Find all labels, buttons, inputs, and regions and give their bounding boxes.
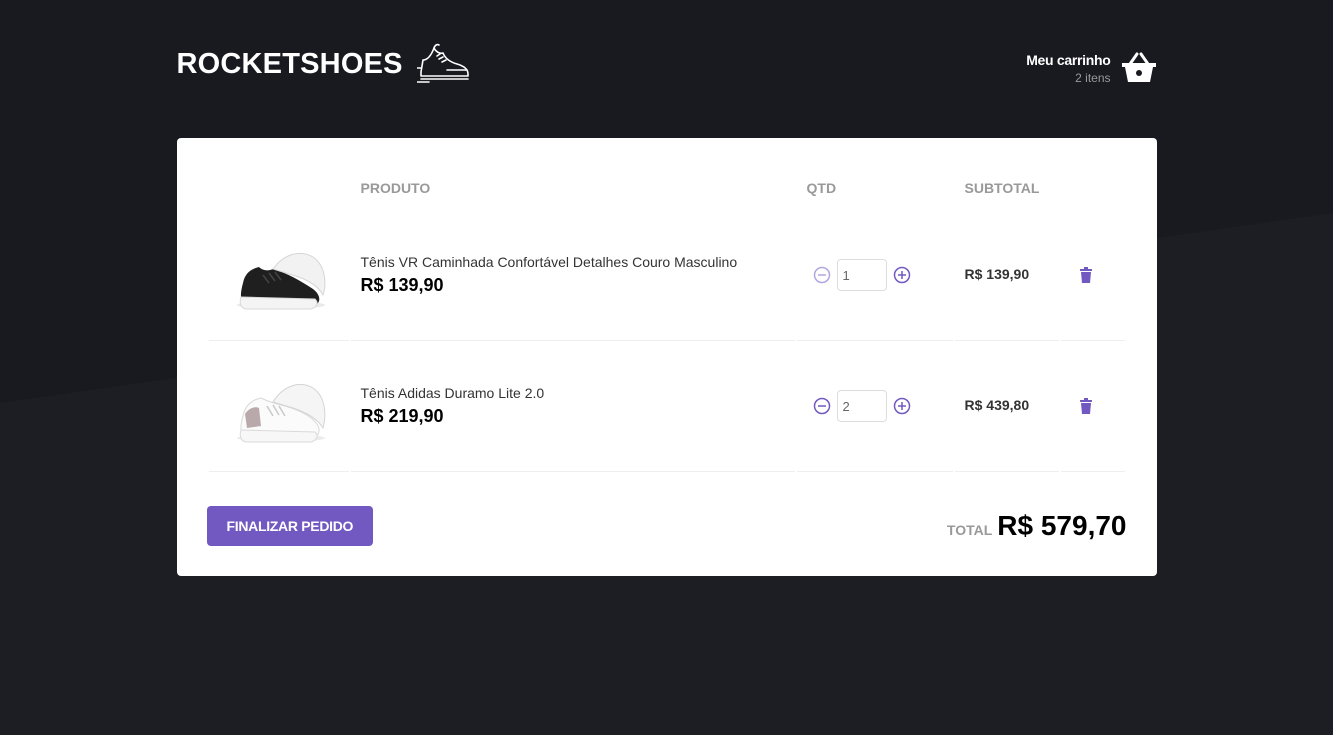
cart-link[interactable]: Meu carrinho 2 itens — [1026, 50, 1156, 86]
quantity-stepper — [807, 259, 943, 291]
total-value: R$ 579,70 — [997, 510, 1127, 541]
product-image — [236, 253, 325, 310]
total-label: TOTAL — [946, 522, 993, 538]
product-image — [236, 384, 325, 443]
plus-circle-icon — [893, 397, 910, 415]
minus-circle-icon — [813, 397, 830, 415]
basket-icon — [1121, 52, 1156, 82]
table-row: Tênis Adidas Duramo Lite 2.0 R$ 219,90 2… — [208, 341, 1125, 472]
qty-cell — [796, 210, 953, 341]
product-name: Tênis Adidas Duramo Lite 2.0 — [360, 385, 545, 401]
total: TOTAL R$ 579,70 — [947, 510, 1127, 542]
product-image-cell — [208, 341, 349, 472]
actions-cell — [1060, 341, 1125, 472]
subtotal-cell: R$ 439,80 — [954, 341, 1059, 472]
plus-circle-icon — [893, 266, 910, 284]
product-info-cell: Tênis Adidas Duramo Lite 2.0 R$ 219,90 — [350, 341, 795, 472]
product-image-cell — [208, 210, 349, 341]
qty-cell — [796, 341, 953, 472]
cart-title: Meu carrinho — [1026, 51, 1111, 68]
minus-circle-icon — [813, 266, 830, 284]
delete-button[interactable] — [1071, 260, 1101, 290]
quantity-input[interactable] — [836, 390, 887, 422]
logo-text: ROCKETSHOES — [176, 47, 403, 80]
cart-container: PRODUTO QTD SUBTOTAL Tênis VR Caminhada … — [176, 138, 1157, 576]
cart-summary: Meu carrinho 2 itens — [1026, 51, 1111, 85]
decrement-button[interactable] — [807, 391, 837, 421]
increment-button[interactable] — [887, 260, 917, 290]
increment-button[interactable] — [887, 391, 917, 421]
product-name: Tênis VR Caminhada Confortável Detalhes … — [360, 254, 738, 270]
logo-link[interactable]: ROCKETSHOES — [177, 42, 471, 86]
subtotal-value: R$ 439,80 — [964, 397, 1030, 413]
decrement-button[interactable] — [807, 260, 837, 290]
product-price: R$ 219,90 — [360, 406, 444, 426]
checkout-button[interactable]: Finalizar pedido — [206, 506, 374, 546]
header-product: PRODUTO — [360, 180, 431, 196]
subtotal-cell: R$ 139,90 — [954, 210, 1059, 341]
product-table: PRODUTO QTD SUBTOTAL Tênis VR Caminhada … — [207, 168, 1127, 472]
product-info-cell: Tênis VR Caminhada Confortável Detalhes … — [350, 210, 795, 341]
trash-icon — [1079, 267, 1092, 283]
actions-cell — [1060, 210, 1125, 341]
product-price: R$ 139,90 — [360, 275, 444, 295]
quantity-stepper — [807, 390, 943, 422]
cart-footer: Finalizar pedido TOTAL R$ 579,70 — [206, 506, 1127, 546]
table-row: Tênis VR Caminhada Confortável Detalhes … — [208, 210, 1125, 341]
quantity-input[interactable] — [836, 259, 887, 291]
delete-button[interactable] — [1071, 391, 1101, 421]
sneaker-icon — [416, 43, 469, 83]
page: ROCKETSHOES Meu carrinho 2 itens PRODUTO… — [176, 0, 1157, 576]
header-subtotal: SUBTOTAL — [964, 180, 1040, 196]
subtotal-value: R$ 139,90 — [964, 266, 1030, 282]
cart-count: 2 itens — [1075, 70, 1111, 85]
header-qty: QTD — [806, 180, 837, 196]
header-image — [209, 168, 349, 210]
header: ROCKETSHOES Meu carrinho 2 itens — [177, 0, 1157, 138]
trash-icon — [1079, 398, 1092, 414]
header-actions — [1061, 168, 1125, 210]
table-header-row: PRODUTO QTD SUBTOTAL — [209, 168, 1125, 210]
